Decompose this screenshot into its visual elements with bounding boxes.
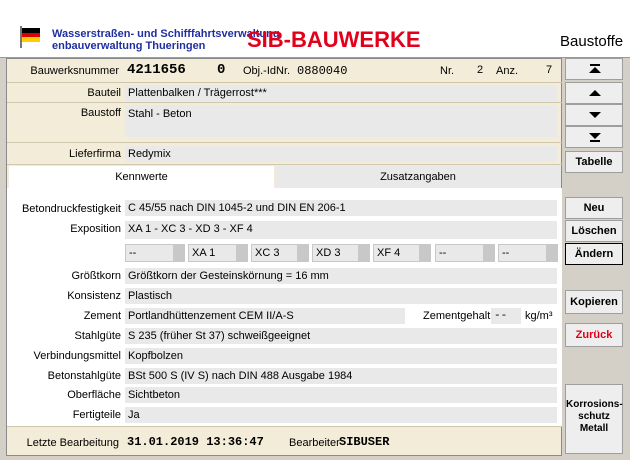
bauwerksnummer-label: Bauwerksnummer (30, 65, 119, 77)
betonstahl-label: Betonstahlgüte (47, 370, 121, 382)
lieferfirma-field[interactable]: Redymix (125, 146, 557, 162)
combo-value: XC 3 (255, 247, 280, 259)
german-flag-icon (22, 28, 40, 42)
down-arrow-icon (589, 112, 601, 118)
zurueck-button[interactable]: Zurück (565, 323, 623, 347)
nr-label: Nr. (440, 65, 455, 77)
last-record-button[interactable] (565, 126, 623, 148)
exposition-combo-7[interactable]: -- (498, 244, 558, 262)
tabelle-button[interactable]: Tabelle (565, 151, 623, 173)
org-name-line1: Wasserstraßen- und Schifffahrtsverwaltun… (52, 28, 280, 40)
kopieren-button[interactable]: Kopieren (565, 290, 623, 314)
konsistenz-label: Konsistenz (67, 290, 121, 302)
main-panel: Bauwerksnummer 4211656 0 Obj.-IdNr. 0880… (6, 58, 563, 456)
org-name-line2: enbauverwaltung Thueringen (52, 40, 206, 52)
konsistenz-field[interactable]: Plastisch (125, 288, 557, 304)
letzte-bearbeitung-label: Letzte Bearbeitung (26, 437, 119, 449)
zementgehalt-field[interactable]: -- (491, 308, 521, 324)
next-record-button[interactable] (565, 104, 623, 126)
section-title: Baustoffe (560, 33, 624, 50)
lieferfirma-row: Lieferfirma Redymix (7, 143, 563, 165)
lieferfirma-label: Lieferfirma (69, 148, 121, 160)
anz-value: 7 (546, 64, 553, 76)
zement-field[interactable]: Portlandhüttenzement CEM II/A-S (125, 308, 405, 324)
bauteil-row: Bauteil Plattenbalken / Trägerrost*** (7, 83, 563, 103)
stahlguete-label: Stahlgüte (74, 330, 121, 342)
zement-label: Zement (83, 310, 121, 322)
app-header: Wasserstraßen- und Schifffahrtsverwaltun… (0, 0, 630, 58)
exposition-combo-2[interactable]: XA 1 (188, 244, 248, 262)
stahlguete-field[interactable]: S 235 (früher St 37) schweißgeeignet (125, 328, 557, 344)
groesstkorn-label: Größtkorn (71, 270, 121, 282)
baustoff-label: Baustoff (80, 107, 121, 119)
chevron-down-icon[interactable] (483, 245, 494, 261)
chevron-down-icon[interactable] (419, 245, 430, 261)
combo-value: XD 3 (316, 247, 341, 259)
chevron-down-icon[interactable] (358, 245, 369, 261)
zementgehalt-label: Zementgehalt (423, 310, 491, 322)
exposition-label: Exposition (70, 223, 121, 235)
oberflaeche-field[interactable]: Sichtbeton (125, 387, 557, 403)
combo-value: -- (129, 247, 137, 259)
objid-label: Obj.-IdNr. (243, 65, 291, 77)
tab-bar: Kennwerte Zusatzangaben (7, 166, 563, 188)
bearbeiter-value: SIBUSER (339, 435, 390, 449)
zementgehalt-unit: kg/m³ (525, 310, 553, 322)
korrosionsschutz-button[interactable]: Korrosions- schutz Metall (565, 384, 623, 454)
groesstkorn-field[interactable]: Größtkorn der Gesteinskörnung = 16 mm (125, 268, 557, 284)
objid-value: 0880040 (297, 64, 348, 78)
fertigteile-field[interactable]: Ja (125, 407, 557, 423)
first-record-button[interactable] (565, 58, 623, 80)
bauteil-label: Bauteil (87, 87, 121, 99)
verbindungsmittel-label: Verbindungsmittel (33, 350, 121, 362)
tab-kennwerte[interactable]: Kennwerte (9, 166, 274, 188)
combo-value: XA 1 (192, 247, 216, 259)
bauteil-field[interactable]: Plattenbalken / Trägerrost*** (125, 85, 557, 101)
anz-label: Anz. (496, 65, 519, 77)
exposition-combo-6[interactable]: -- (435, 244, 495, 262)
bearbeiter-label: Bearbeiter (289, 437, 340, 449)
last-arrow-icon (589, 133, 601, 142)
up-arrow-icon (589, 90, 601, 96)
chevron-down-icon[interactable] (236, 245, 247, 261)
app-title: SIB-BAUWERKE (247, 27, 421, 52)
exposition-combo-1[interactable]: -- (125, 244, 185, 262)
letzte-bearbeitung-value: 31.01.2019 13:36:47 (127, 435, 264, 449)
exposition-combo-4[interactable]: XD 3 (312, 244, 370, 262)
baustoff-row: Baustoff Stahl - Beton (7, 103, 563, 143)
tab-zusatzangaben[interactable]: Zusatzangaben (275, 166, 561, 188)
previous-record-button[interactable] (565, 82, 623, 104)
chevron-down-icon[interactable] (173, 245, 184, 261)
combo-value: -- (439, 247, 447, 259)
combo-value: -- (502, 247, 510, 259)
betondruck-label: Betondruckfestigkeit (21, 203, 121, 215)
oberflaeche-label: Oberfläche (67, 389, 121, 401)
identifier-row: Bauwerksnummer 4211656 0 Obj.-IdNr. 0880… (7, 59, 563, 83)
nr-value: 2 (477, 64, 484, 76)
bauwerksnummer-value: 4211656 (127, 62, 186, 78)
first-arrow-icon (589, 64, 601, 73)
chevron-down-icon[interactable] (546, 245, 557, 261)
neu-button[interactable]: Neu (565, 197, 623, 219)
chevron-down-icon[interactable] (297, 245, 308, 261)
bauwerksnummer-suffix: 0 (217, 62, 226, 78)
baustoff-field[interactable]: Stahl - Beton (125, 105, 557, 137)
exposition-combo-5[interactable]: XF 4 (373, 244, 431, 262)
loeschen-button[interactable]: Löschen (565, 220, 623, 242)
footer-bar: Letzte Bearbeitung 31.01.2019 13:36:47 B… (7, 426, 563, 456)
fertigteile-label: Fertigteile (72, 409, 121, 421)
verbindungsmittel-field[interactable]: Kopfbolzen (125, 348, 557, 364)
aendern-button[interactable]: Ändern (565, 243, 623, 265)
combo-value: XF 4 (377, 247, 401, 259)
betondruck-field[interactable]: C 45/55 nach DIN 1045-2 und DIN EN 206-1 (125, 200, 557, 216)
exposition-combo-3[interactable]: XC 3 (251, 244, 309, 262)
betonstahl-field[interactable]: BSt 500 S (IV S) nach DIN 488 Ausgabe 19… (125, 368, 557, 384)
exposition-field[interactable]: XA 1 - XC 3 - XD 3 - XF 4 (125, 221, 557, 239)
